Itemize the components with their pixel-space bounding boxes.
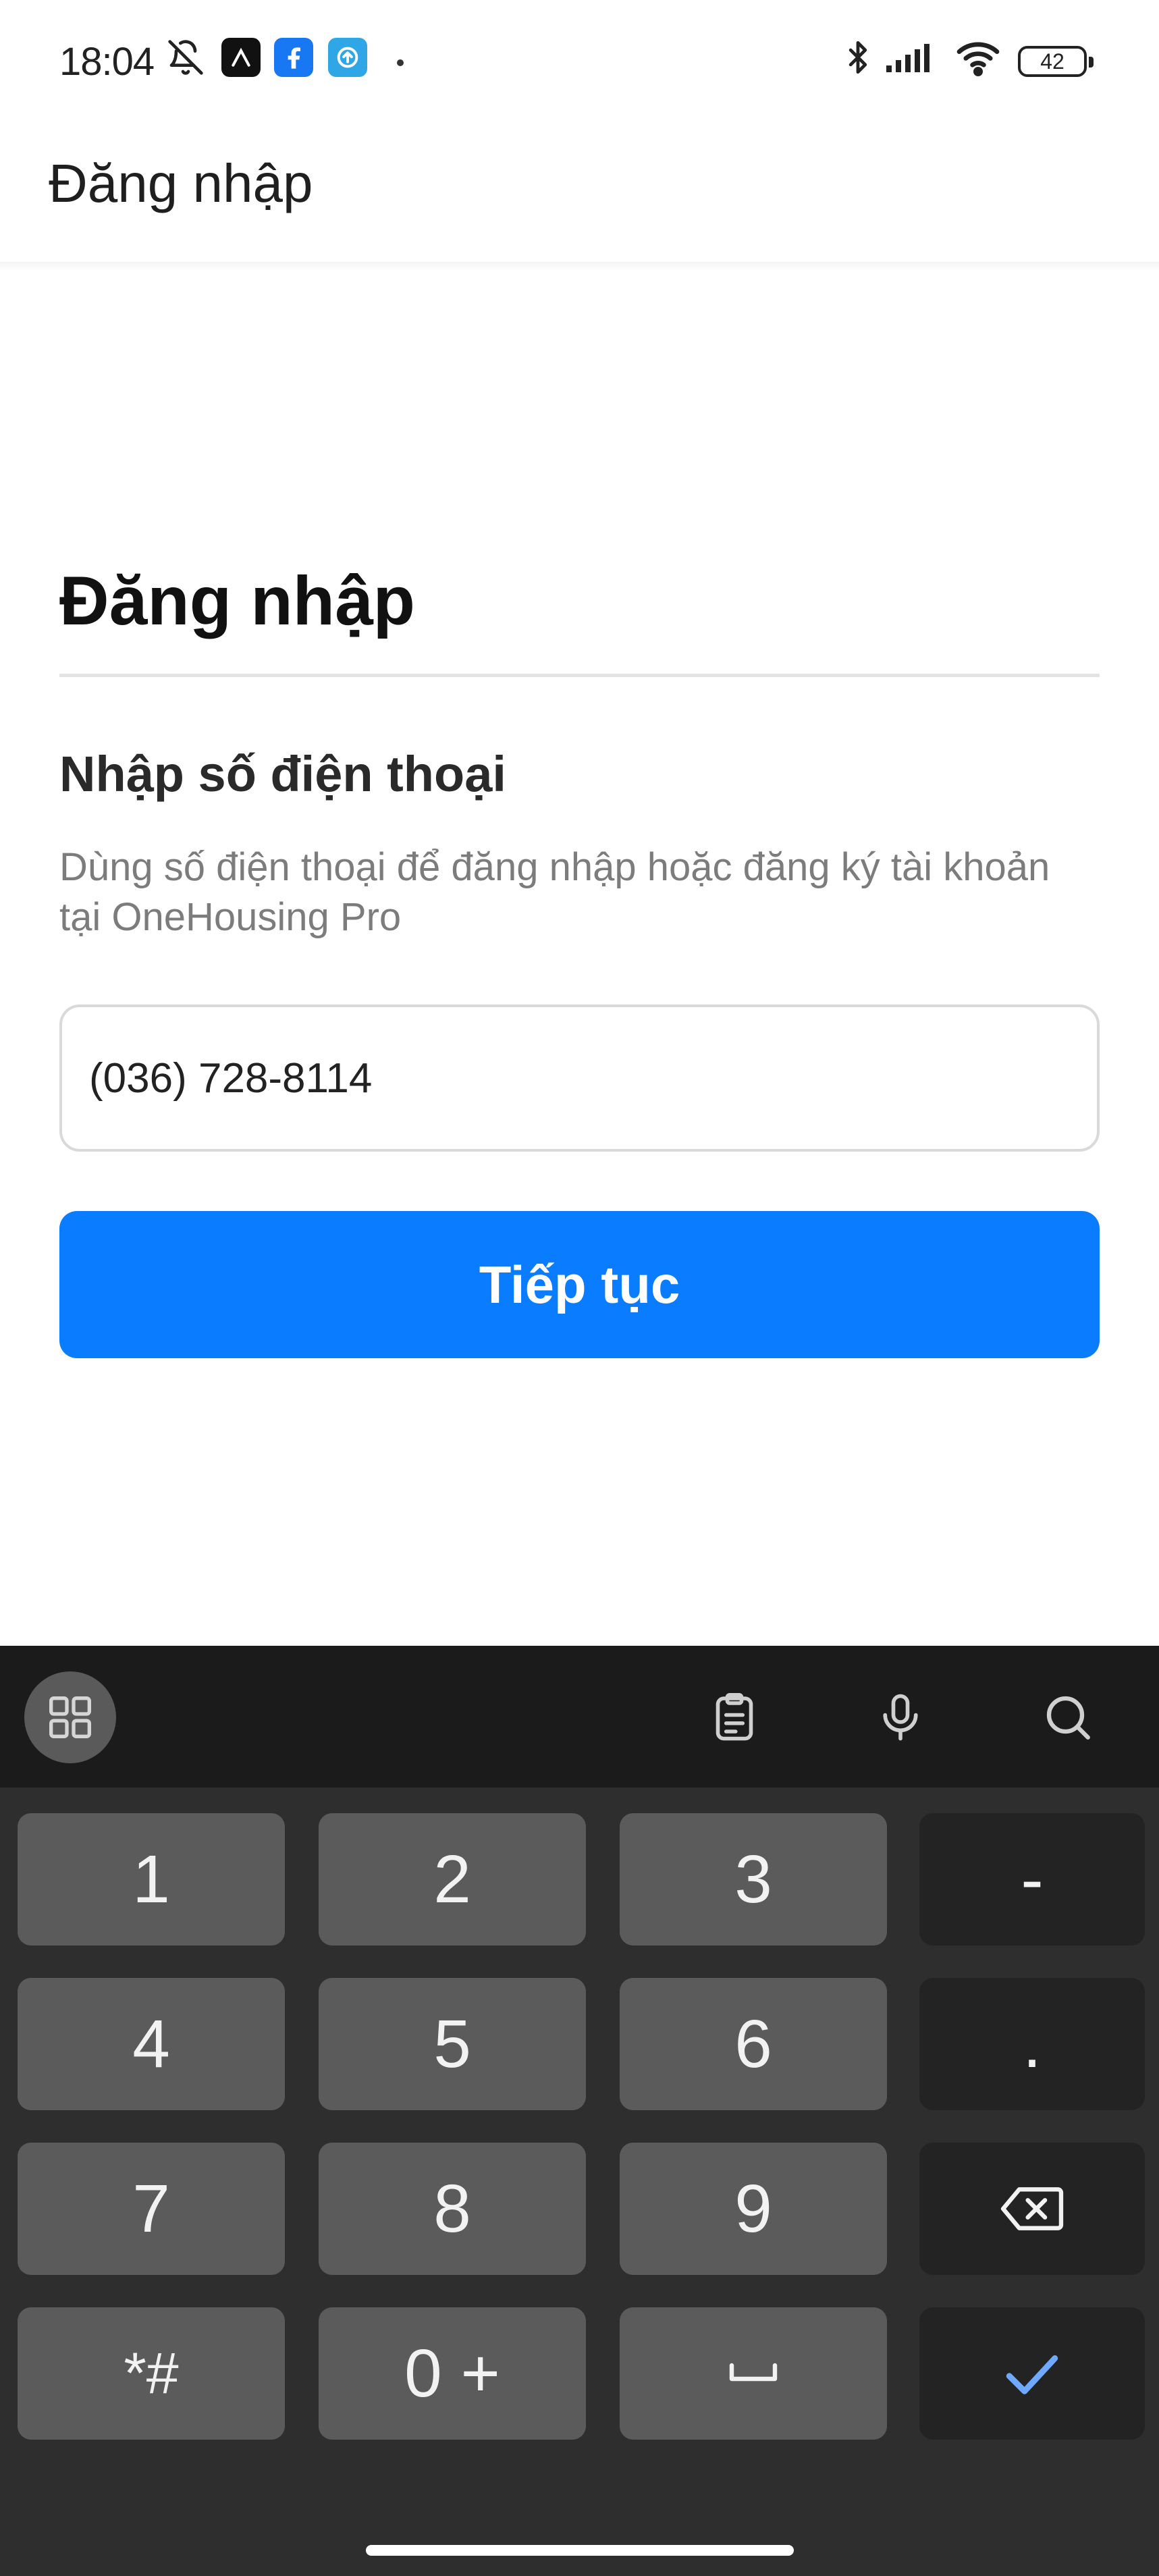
- space-icon: [729, 2363, 778, 2382]
- key-dot-label: .: [1023, 2006, 1042, 2082]
- key-3-label: 3: [734, 1841, 772, 1917]
- key-7-label: 7: [132, 2170, 170, 2247]
- key-5-label: 5: [433, 2006, 471, 2082]
- key-8-label: 8: [433, 2170, 471, 2247]
- key-6[interactable]: 6: [620, 1978, 887, 2110]
- page-title: Đăng nhập: [59, 562, 415, 639]
- key-9-label: 9: [734, 2170, 772, 2247]
- key-3[interactable]: 3: [620, 1813, 887, 1946]
- key-0-label: 0 +: [404, 2335, 500, 2411]
- done-key[interactable]: [919, 2307, 1145, 2440]
- key-0[interactable]: 0 +: [319, 2307, 586, 2440]
- key-2-label: 2: [433, 1841, 471, 1917]
- phone-number-input[interactable]: [59, 1004, 1100, 1152]
- divider: [59, 674, 1100, 677]
- upload-icon: [328, 38, 367, 77]
- space-key[interactable]: [620, 2307, 887, 2440]
- key-symbols-label: *#: [124, 2340, 179, 2406]
- keyboard-toolbar: [0, 1646, 1159, 1788]
- key-7[interactable]: 7: [18, 2143, 285, 2275]
- notification-dot: [397, 59, 404, 66]
- status-time: 18:04: [59, 40, 155, 84]
- signal-icon: [884, 38, 940, 77]
- key-8[interactable]: 8: [319, 2143, 586, 2275]
- bluetooth-icon: [838, 38, 878, 77]
- key-2[interactable]: 2: [319, 1813, 586, 1946]
- app-bar-title: Đăng nhập: [49, 153, 313, 213]
- key-6-label: 6: [734, 2006, 772, 2082]
- backspace-icon: [1000, 2187, 1064, 2230]
- continue-button[interactable]: Tiếp tục: [59, 1211, 1100, 1358]
- key-5[interactable]: 5: [319, 1978, 586, 2110]
- battery-indicator: 42: [1018, 46, 1094, 77]
- home-indicator[interactable]: [366, 2545, 794, 2556]
- app-bar-divider: [0, 262, 1159, 271]
- key-minus-label: -: [1021, 1841, 1044, 1917]
- clipboard-icon[interactable]: [689, 1671, 780, 1763]
- key-4[interactable]: 4: [18, 1978, 285, 2110]
- key-dot[interactable]: .: [919, 1978, 1145, 2110]
- key-minus[interactable]: -: [919, 1813, 1145, 1946]
- key-1-label: 1: [132, 1841, 170, 1917]
- key-9[interactable]: 9: [620, 2143, 887, 2275]
- bell-off-icon: [166, 38, 205, 77]
- description-text: Dùng số điện thoại để đăng nhập hoặc đăn…: [59, 845, 1050, 939]
- facebook-icon: [274, 38, 313, 77]
- status-bar: 18:04 42: [0, 0, 1159, 122]
- backspace-key[interactable]: [919, 2143, 1145, 2275]
- key-symbols[interactable]: *#: [18, 2307, 285, 2440]
- key-1[interactable]: 1: [18, 1813, 285, 1946]
- key-4-label: 4: [132, 2006, 170, 2082]
- battery-level: 42: [1040, 49, 1064, 74]
- check-icon: [1006, 2355, 1058, 2394]
- section-title: Nhập số điện thoại: [59, 746, 506, 802]
- app-icon: [221, 38, 261, 77]
- search-icon[interactable]: [1022, 1671, 1114, 1763]
- wifi-icon: [953, 38, 1003, 77]
- mic-icon[interactable]: [855, 1671, 946, 1763]
- numeric-keyboard: 1 2 3 - 4 5 6 . 7 8 9 *# 0 +: [0, 1646, 1159, 2576]
- grid-icon[interactable]: [24, 1671, 116, 1763]
